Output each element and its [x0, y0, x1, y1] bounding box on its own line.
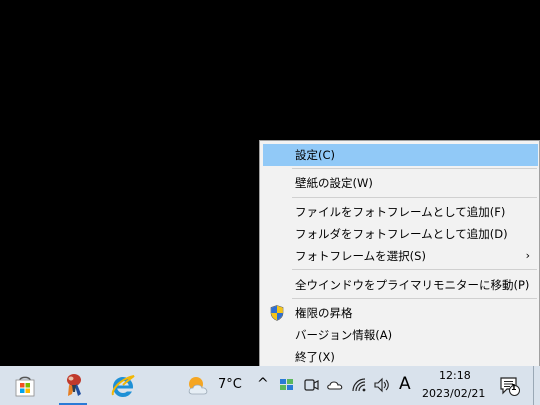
menu-item-settings[interactable]: 設定(C)	[263, 144, 538, 166]
menu-item-label: ファイルをフォトフレームとして追加(F)	[295, 205, 506, 219]
menu-item-label: 権限の昇格	[295, 306, 353, 320]
menu-item-add-file-photoframe[interactable]: ファイルをフォトフレームとして追加(F)	[263, 201, 538, 223]
taskbar: 7°C ^ A 12:18 2023/02/21 1	[0, 366, 540, 405]
menu-separator	[292, 197, 537, 198]
menu-item-label: フォルダをフォトフレームとして追加(D)	[295, 227, 508, 241]
windows-app-tray-icon[interactable]	[278, 376, 296, 394]
action-center-button[interactable]: 1	[492, 366, 528, 405]
menu-item-add-folder-photoframe[interactable]: フォルダをフォトフレームとして追加(D)	[263, 223, 538, 245]
menu-item-label: 設定(C)	[295, 148, 336, 162]
weather-temperature[interactable]: 7°C	[218, 377, 242, 392]
menu-item-version-info[interactable]: バージョン情報(A)	[263, 324, 538, 346]
internet-explorer-icon	[111, 375, 135, 397]
notification-icon	[500, 377, 520, 396]
taskbar-app-store[interactable]	[2, 366, 46, 405]
menu-item-elevate-privileges[interactable]: 権限の昇格	[263, 302, 538, 324]
menu-item-label: 壁紙の設定(W)	[295, 176, 373, 190]
speaker-volume-icon[interactable]	[373, 376, 391, 394]
notification-count-badge: 1	[511, 383, 517, 392]
submenu-arrow-icon: ›	[525, 249, 530, 262]
taskbar-app-ie[interactable]	[100, 366, 144, 405]
menu-separator	[292, 168, 537, 169]
ime-mode-indicator[interactable]: A	[399, 374, 411, 394]
menu-separator	[292, 269, 537, 270]
uac-shield-icon	[270, 305, 284, 321]
context-menu: 設定(C) 壁紙の設定(W) ファイルをフォトフレームとして追加(F) フォルダ…	[259, 140, 540, 370]
menu-item-exit[interactable]: 終了(X)	[263, 346, 538, 368]
show-hidden-icons-chevron-icon[interactable]: ^	[257, 376, 269, 392]
wifi-icon[interactable]	[350, 376, 368, 394]
menu-item-move-to-primary-monitor[interactable]: 全ウインドウをプライマリモニターに移動(P)	[263, 274, 538, 296]
clock[interactable]: 12:18 2023/02/21	[418, 366, 486, 405]
menu-separator	[292, 298, 537, 299]
menu-item-label: フォトフレームを選択(S)	[295, 249, 426, 263]
meet-now-icon[interactable]	[302, 376, 320, 394]
clock-date: 2023/02/21	[422, 387, 486, 400]
menu-item-wallpaper-settings[interactable]: 壁紙の設定(W)	[263, 172, 538, 194]
menu-item-label: 全ウインドウをプライマリモニターに移動(P)	[295, 278, 530, 292]
taskbar-app-active[interactable]	[51, 366, 95, 405]
menu-item-label: バージョン情報(A)	[295, 328, 393, 342]
microsoft-store-icon	[15, 376, 35, 397]
menu-item-select-photoframe[interactable]: フォトフレームを選択(S) ›	[263, 245, 538, 267]
menu-item-label: 終了(X)	[295, 350, 335, 364]
show-desktop-button[interactable]	[533, 366, 540, 405]
app-icon	[67, 374, 81, 396]
onedrive-cloud-icon[interactable]	[326, 376, 344, 394]
clock-time: 12:18	[439, 369, 471, 382]
partly-cloudy-icon	[188, 377, 208, 395]
